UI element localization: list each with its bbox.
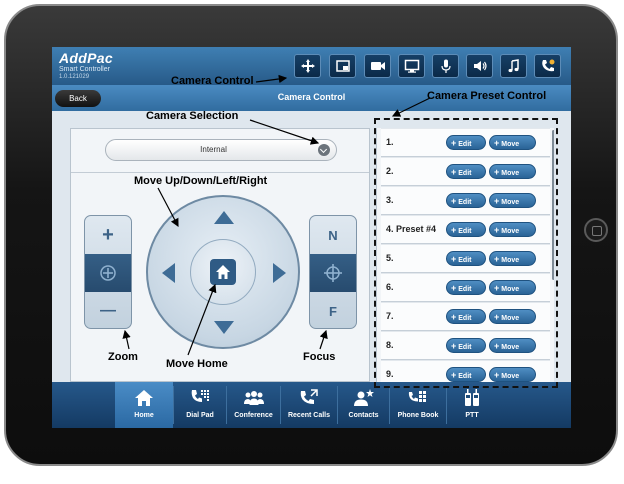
- brand-name: AddPac: [59, 50, 113, 66]
- brand: AddPac Smart Controller 1.0.121029: [59, 50, 113, 81]
- annotation-focus: Focus: [303, 351, 336, 363]
- nav-recent-calls[interactable]: Recent Calls: [281, 382, 337, 428]
- zoom-out-button[interactable]: —: [85, 292, 131, 328]
- video-camera-button[interactable]: [364, 54, 391, 78]
- window-icon: [335, 60, 350, 72]
- camera-select-dropdown[interactable]: Internal: [105, 139, 337, 161]
- contacts-icon: [353, 389, 374, 406]
- nav-conference[interactable]: Conference: [227, 382, 280, 428]
- move-down-button[interactable]: [214, 321, 234, 334]
- focus-indicator: [310, 254, 356, 292]
- camera-control-panel: Internal + — N F: [70, 128, 370, 382]
- camera-selection-area: Internal: [71, 129, 369, 173]
- conference-icon: [243, 391, 264, 405]
- phone-book-icon: [408, 391, 426, 402]
- nav-phone-book[interactable]: Phone Book: [390, 382, 446, 428]
- focus-far-button[interactable]: F: [310, 292, 356, 328]
- recent-calls-icon: [300, 389, 318, 404]
- annotation-zoom: Zoom: [108, 351, 138, 363]
- nav-home[interactable]: Home: [115, 382, 173, 428]
- focus-near-button[interactable]: N: [310, 216, 356, 254]
- move-left-button[interactable]: [162, 263, 175, 283]
- top-bar: AddPac Smart Controller 1.0.121029: [52, 47, 571, 85]
- zoom-in-button[interactable]: +: [85, 216, 131, 254]
- music-note-icon: [508, 59, 519, 73]
- home-icon: [216, 265, 230, 279]
- zoom-control: + —: [84, 215, 132, 329]
- annotation-camera-selection: Camera Selection: [146, 110, 239, 122]
- video-camera-icon: [370, 62, 385, 70]
- microphone-button[interactable]: [432, 54, 459, 78]
- home-icon: [135, 390, 153, 406]
- ipad-home-button[interactable]: [584, 218, 608, 242]
- annotation-move-directions: Move Up/Down/Left/Right: [134, 175, 268, 187]
- nav-ptt[interactable]: PTT: [447, 382, 497, 428]
- volume-button[interactable]: [466, 54, 493, 78]
- display-button[interactable]: [398, 54, 425, 78]
- video-window-button[interactable]: [329, 54, 356, 78]
- zoom-indicator: [85, 254, 131, 292]
- call-settings-button[interactable]: [534, 54, 561, 78]
- app-version: 1.0.121029: [59, 74, 90, 80]
- pan-tilt-dpad: [146, 195, 300, 349]
- microphone-icon: [440, 59, 451, 73]
- phone-gear-icon: [541, 59, 554, 72]
- move-up-button[interactable]: [214, 211, 234, 224]
- speaker-icon: [473, 61, 487, 71]
- monitor-icon: [404, 59, 419, 73]
- move-right-button[interactable]: [273, 263, 286, 283]
- annotation-move-home: Move Home: [166, 358, 228, 370]
- preset-panel-highlight: [374, 118, 558, 388]
- camera-control-button[interactable]: [294, 54, 321, 78]
- camera-select-value: Internal: [200, 145, 227, 154]
- annotation-camera-preset-control: Camera Preset Control: [427, 90, 547, 102]
- music-button[interactable]: [500, 54, 527, 78]
- move-arrows-icon: [300, 59, 315, 73]
- bottom-nav: Home Dial Pad Conference Recent Calls Co…: [52, 382, 571, 428]
- focus-control: N F: [309, 215, 357, 329]
- chevron-down-icon: [318, 144, 330, 156]
- nav-dial-pad[interactable]: Dial Pad: [174, 382, 226, 428]
- focus-target-icon: [324, 264, 342, 282]
- stage: AddPac Smart Controller 1.0.121029 Back …: [0, 0, 624, 484]
- dial-pad-icon: [191, 390, 209, 402]
- annotation-camera-control: Camera Control: [171, 75, 254, 87]
- brand-subtitle: Smart Controller: [59, 66, 110, 73]
- nav-contacts[interactable]: Contacts: [338, 382, 389, 428]
- zoom-target-icon: [100, 265, 116, 281]
- ptt-icon: [465, 389, 479, 406]
- move-home-button[interactable]: [210, 259, 236, 285]
